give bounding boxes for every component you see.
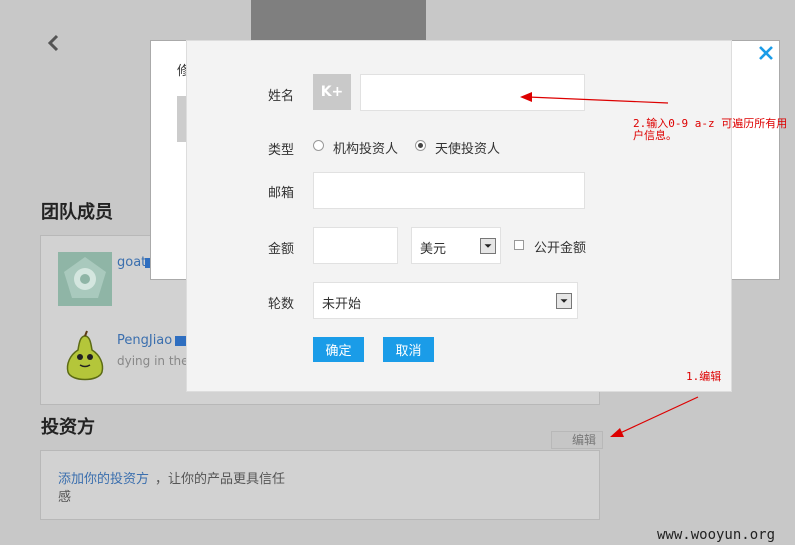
- public-amount-label[interactable]: 公开金额: [534, 237, 586, 256]
- add-investor-text: ，让你的产品更具信任: [155, 472, 286, 487]
- add-investor-link[interactable]: 添加你的投资方: [58, 468, 149, 487]
- avatar[interactable]: [58, 252, 112, 306]
- annotation-arrow-1: [617, 396, 699, 435]
- email-input[interactable]: [313, 172, 585, 209]
- public-amount-checkbox[interactable]: [514, 240, 524, 250]
- chevron-down-icon: [556, 293, 572, 309]
- add-investor-text-wrap: 感: [58, 490, 72, 505]
- logo-text: K+: [320, 84, 344, 100]
- member-name[interactable]: PengJiao: [117, 333, 172, 348]
- round-select[interactable]: 未开始: [313, 282, 578, 319]
- cancel-button[interactable]: 取消: [383, 337, 434, 362]
- investor-section-title: 投资方: [41, 417, 95, 438]
- header-image: [251, 0, 426, 45]
- close-icon[interactable]: [757, 44, 775, 62]
- type-radio-institution[interactable]: [313, 140, 324, 151]
- confirm-button[interactable]: 确定: [313, 337, 364, 362]
- annotation-arrowhead-1: [610, 428, 624, 437]
- dialog-logo-edge: [177, 96, 186, 142]
- type-radio-angel[interactable]: [415, 140, 426, 151]
- amount-input[interactable]: [313, 227, 398, 264]
- type-option-angel[interactable]: 天使投资人: [435, 138, 500, 157]
- annotation-note-2-line2: 户信息。: [633, 129, 677, 142]
- amount-label: 金额: [268, 242, 295, 257]
- goat-avatar-icon: [58, 252, 112, 306]
- email-label: 邮箱: [268, 186, 295, 201]
- currency-select[interactable]: 美元: [411, 227, 501, 264]
- watermark: www.wooyun.org: [657, 527, 776, 543]
- round-label: 轮数: [268, 297, 295, 312]
- type-option-institution[interactable]: 机构投资人: [333, 138, 398, 157]
- chevron-down-icon: [480, 238, 496, 254]
- pear-avatar-icon: [66, 330, 104, 381]
- currency-value: 美元: [420, 242, 447, 257]
- team-section-title: 团队成员: [41, 202, 113, 223]
- type-label: 类型: [268, 143, 295, 158]
- chevron-left-icon[interactable]: [44, 33, 64, 53]
- investor-logo-upload[interactable]: K+: [313, 74, 351, 110]
- avatar[interactable]: [58, 330, 112, 384]
- name-label: 姓名: [268, 89, 295, 104]
- edit-button[interactable]: 编辑: [551, 431, 603, 449]
- annotation-note-1: 1.编辑: [686, 370, 722, 383]
- member-name[interactable]: goat: [117, 255, 146, 270]
- round-value: 未开始: [322, 297, 362, 312]
- name-input[interactable]: [360, 74, 585, 111]
